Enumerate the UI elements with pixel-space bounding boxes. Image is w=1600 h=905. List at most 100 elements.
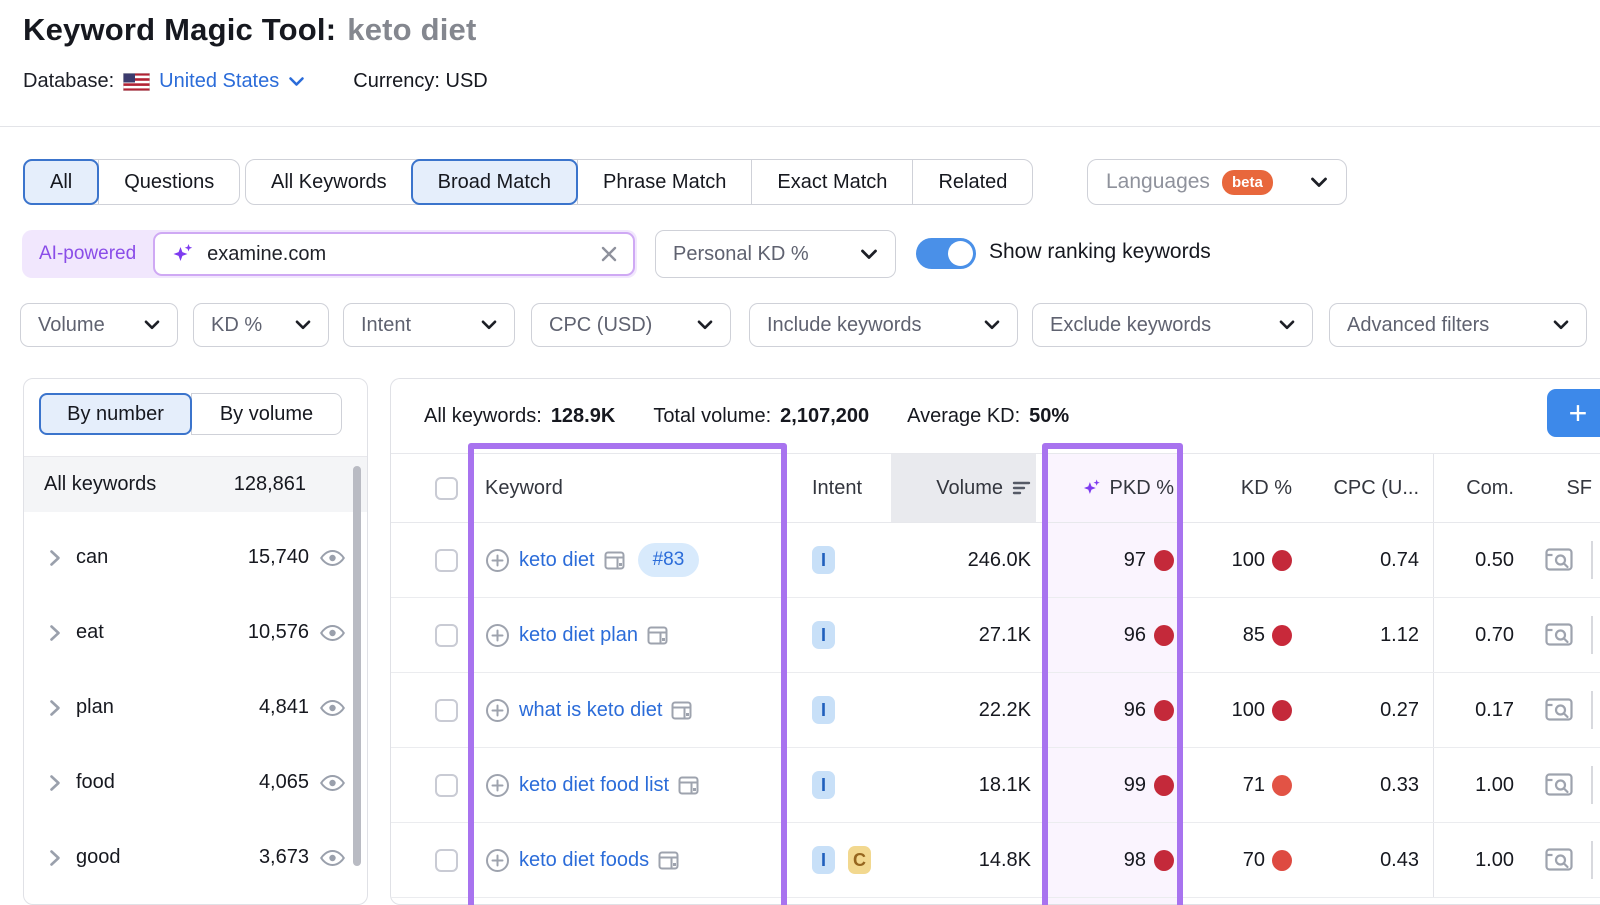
table-row[interactable]: keto diet plan I 27.1K 96 85 1.12 0.70 [391,598,1600,673]
keyword-link[interactable]: keto diet [519,549,595,572]
row-checkbox[interactable] [435,699,458,722]
tab-by-volume[interactable]: By volume [191,393,342,435]
kd-value: 100 [1232,549,1265,572]
add-keyword-icon[interactable] [485,848,510,873]
stat-value: 50% [1029,405,1069,428]
add-keyword-icon[interactable] [485,548,510,573]
list-item[interactable]: good 3,673 [24,820,367,895]
group-label: can [76,546,108,569]
eye-icon[interactable] [319,773,346,793]
chevron-right-icon[interactable] [49,549,61,567]
chevron-right-icon[interactable] [49,624,61,642]
serp-preview-icon[interactable] [1545,548,1575,573]
column-divider [1591,841,1593,879]
list-item[interactable]: eat 10,576 [24,595,367,670]
serp-preview-icon[interactable] [1545,698,1575,723]
tab-questions[interactable]: Questions [98,160,239,204]
pkd-difficulty-dot [1154,625,1174,646]
tab-by-number[interactable]: By number [39,393,192,435]
filter-volume[interactable]: Volume [20,303,178,347]
chevron-right-icon[interactable] [49,699,61,717]
table-row[interactable]: keto diet foods IC 14.8K 98 70 0.43 1.00 [391,823,1600,898]
filter-include-label: Include keywords [767,314,922,337]
show-ranking-keywords-toggle[interactable] [916,238,976,269]
serp-preview-icon[interactable] [1545,773,1575,798]
column-keyword[interactable]: Keyword [471,454,791,522]
eye-icon[interactable] [319,698,346,718]
clear-search-icon[interactable] [600,245,618,263]
eye-icon[interactable] [319,848,346,868]
serp-icon[interactable] [658,851,679,870]
serp-icon[interactable] [678,776,699,795]
eye-icon[interactable] [319,623,346,643]
search-input-value: examine.com [207,243,326,266]
serp-preview-icon[interactable] [1545,623,1575,648]
chevron-right-icon[interactable] [49,774,61,792]
serp-preview-icon[interactable] [1545,848,1575,873]
row-checkbox[interactable] [435,624,458,647]
table-row[interactable]: keto diet food list I 18.1K 99 71 0.33 1… [391,748,1600,823]
table-row[interactable]: keto diet #83 I 246.0K 97 100 0.74 0.50 [391,523,1600,598]
keyword-link[interactable]: keto diet food list [519,774,669,797]
volume-value: 22.2K [979,699,1031,722]
group-count: 15,740 [248,546,309,569]
row-checkbox[interactable] [435,849,458,872]
chevron-right-icon[interactable] [49,849,61,867]
database-selector[interactable]: United States [159,70,279,93]
table-row[interactable]: what is keto diet I 22.2K 96 100 0.27 0.… [391,673,1600,748]
tab-related[interactable]: Related [912,160,1032,204]
tab-broad-match[interactable]: Broad Match [411,159,578,205]
filter-exclude-keywords[interactable]: Exclude keywords [1032,303,1313,347]
column-intent[interactable]: Intent [791,454,891,522]
com-value: 1.00 [1475,774,1514,797]
add-to-list-button[interactable]: + [1547,389,1600,437]
column-cpc[interactable]: CPC (U... [1301,454,1433,522]
filter-kd[interactable]: KD % [193,303,329,347]
tab-phrase-match[interactable]: Phrase Match [577,160,751,204]
intent-badge-informational: I [812,696,835,724]
keyword-link[interactable]: keto diet plan [519,624,638,647]
languages-dropdown[interactable]: Languages beta [1087,159,1347,205]
row-checkbox[interactable] [435,549,458,572]
add-keyword-icon[interactable] [485,698,510,723]
volume-value: 246.0K [968,549,1031,572]
filter-intent[interactable]: Intent [343,303,515,347]
database-row: Database: United States Currency: USD [23,70,488,93]
column-kd[interactable]: KD % [1186,454,1301,522]
column-volume[interactable]: Volume [891,454,1036,522]
intent-badge-informational: I [812,621,835,649]
serp-icon[interactable] [647,626,668,645]
search-input[interactable]: examine.com [153,232,635,276]
add-keyword-icon[interactable] [485,623,510,648]
toggle-knob [948,241,973,266]
row-checkbox[interactable] [435,774,458,797]
column-com[interactable]: Com. [1433,454,1531,522]
tab-all-keywords[interactable]: All Keywords [246,160,412,204]
list-item[interactable]: plan 4,841 [24,670,367,745]
filter-advanced[interactable]: Advanced filters [1329,303,1587,347]
tab-all[interactable]: All [23,159,99,205]
column-pkd[interactable]: PKD % [1036,454,1186,522]
list-item[interactable]: can 15,740 [24,520,367,595]
keyword-link[interactable]: keto diet foods [519,849,649,872]
filter-cpc[interactable]: CPC (USD) [531,303,731,347]
sidebar-scrollbar[interactable] [353,466,361,866]
list-item[interactable]: food 4,065 [24,745,367,820]
column-sf[interactable]: SF [1531,454,1600,522]
personal-kd-label: Personal KD % [673,243,809,266]
sidebar-all-keywords-row[interactable]: All keywords 128,861 [24,456,367,512]
add-keyword-icon[interactable] [485,773,510,798]
column-volume-label: Volume [936,477,1003,500]
column-pkd-label: PKD % [1110,477,1174,500]
pkd-value: 96 [1124,699,1146,722]
serp-icon[interactable] [604,551,625,570]
eye-icon[interactable] [319,548,346,568]
serp-icon[interactable] [671,701,692,720]
keyword-link[interactable]: what is keto diet [519,699,662,722]
column-com-label: Com. [1466,477,1514,500]
filter-include-keywords[interactable]: Include keywords [749,303,1018,347]
chevron-down-icon[interactable] [288,76,305,87]
select-all-checkbox[interactable] [435,477,458,500]
personal-kd-dropdown[interactable]: Personal KD % [655,230,896,278]
tab-exact-match[interactable]: Exact Match [751,160,912,204]
